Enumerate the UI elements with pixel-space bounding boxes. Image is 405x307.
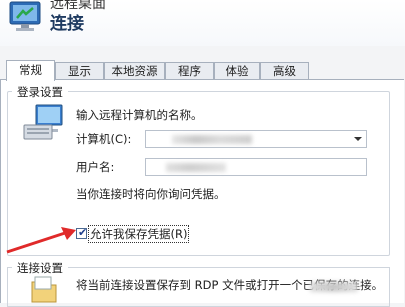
computer-name-prompt: 输入远程计算机的名称。 — [76, 108, 203, 122]
remote-desktop-icon — [9, 1, 41, 31]
tab-general[interactable]: 常规 — [6, 60, 55, 81]
credential-note: 当你连接时将向你询问凭据。 — [76, 187, 226, 201]
connection-title: 连接 — [50, 14, 84, 34]
username-field[interactable] — [145, 158, 367, 176]
folder-icon — [31, 276, 57, 303]
chevron-down-icon[interactable] — [354, 137, 362, 141]
tab-bar: 常规 显示 本地资源 程序 体验 高级 — [0, 60, 405, 81]
checkmark-icon: ✔ — [78, 226, 88, 239]
redacted-text — [310, 282, 358, 292]
tab-display[interactable]: 显示 — [55, 62, 104, 79]
tab-local-resources[interactable]: 本地资源 — [104, 62, 165, 79]
tab-advanced[interactable]: 高级 — [260, 62, 309, 79]
tab-experience[interactable]: 体验 — [214, 62, 260, 79]
login-settings-title: 登录设置 — [12, 84, 68, 100]
username-label: 用户名: — [76, 160, 115, 174]
redacted-username — [166, 163, 226, 172]
allow-save-credentials-checkbox[interactable]: ✔ — [76, 226, 88, 239]
tab-programs[interactable]: 程序 — [165, 62, 214, 79]
annotation-arrow-icon — [6, 227, 76, 254]
allow-save-credentials-label[interactable]: 允许我保存凭据(R) — [87, 225, 190, 243]
computer-label: 计算机(C): — [76, 132, 132, 146]
computer-icon — [23, 104, 63, 140]
redacted-computer-name — [172, 135, 252, 144]
computer-combobox[interactable] — [145, 130, 367, 148]
dialog-header: 远程桌面 连接 — [0, 0, 405, 46]
